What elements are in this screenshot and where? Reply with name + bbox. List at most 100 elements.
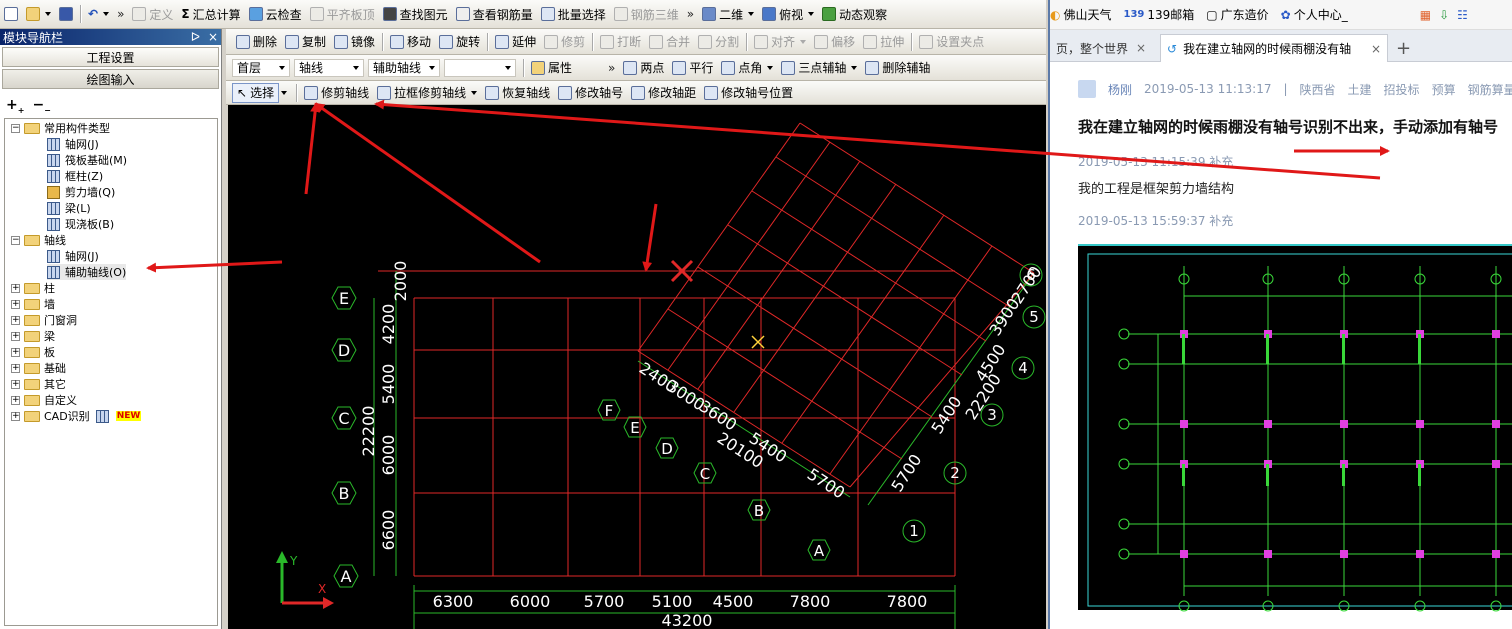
tree-group-openings[interactable]: + 门窗洞 bbox=[11, 312, 77, 328]
project-settings-button[interactable]: 工程设置 bbox=[2, 47, 219, 67]
restore-axis-button[interactable]: 恢复轴线 bbox=[481, 83, 554, 103]
align-button[interactable]: 对齐 bbox=[750, 32, 810, 52]
delete-button[interactable]: 删除 bbox=[232, 32, 281, 52]
browser-tab-0[interactable]: 页，整个世界 × bbox=[1050, 34, 1160, 62]
tree-group-foundation[interactable]: + 基础 bbox=[11, 360, 66, 376]
mail-icon: 139 bbox=[1123, 9, 1145, 20]
view-rebar-button[interactable]: 查看钢筋量 bbox=[452, 4, 537, 24]
save-button[interactable] bbox=[55, 4, 77, 24]
offset-button[interactable]: 偏移 bbox=[810, 32, 859, 52]
tree-group-custom[interactable]: + 自定义 bbox=[11, 392, 77, 408]
align-slab-top-button[interactable]: 平齐板顶 bbox=[306, 4, 379, 24]
component-sub-select[interactable]: 辅助轴线 bbox=[368, 58, 440, 77]
tree-item-raft[interactable]: 筏板基础(M) bbox=[47, 152, 127, 168]
attributes-button[interactable]: 属性 bbox=[527, 58, 576, 78]
edit-axis-number-button[interactable]: 修改轴号 bbox=[554, 83, 627, 103]
stretch-button[interactable]: 拉伸 bbox=[859, 32, 908, 52]
two-point-button[interactable]: 两点 bbox=[619, 58, 668, 78]
apps-icon[interactable]: ▦ bbox=[1420, 8, 1431, 22]
tree-node-common[interactable]: − 常用构件类型 bbox=[11, 120, 110, 136]
top-view-dropdown[interactable]: 俯视 bbox=[758, 4, 818, 24]
bookmark-139-mail[interactable]: 139 139邮箱 bbox=[1124, 6, 1195, 23]
tree-group-column[interactable]: + 柱 bbox=[11, 280, 55, 296]
trim-button[interactable]: 修剪 bbox=[540, 32, 589, 52]
tab-close-icon[interactable]: × bbox=[1136, 41, 1146, 55]
tree-group-slab[interactable]: + 板 bbox=[11, 344, 55, 360]
collapse-all-icon[interactable]: −− bbox=[32, 97, 50, 115]
tree-item-axis-grid-2[interactable]: 轴网(J) bbox=[47, 248, 99, 264]
dynamic-view-button[interactable]: 动态观察 bbox=[818, 4, 891, 24]
layer-toolbar-more[interactable]: » bbox=[604, 61, 619, 75]
post-author[interactable]: 杨刚 bbox=[1108, 81, 1132, 98]
copy-button[interactable]: 复制 bbox=[281, 32, 330, 52]
tree-group-cad-recognition[interactable]: + CAD识别 NEW bbox=[11, 408, 142, 424]
extend-button[interactable]: 延伸 bbox=[491, 32, 540, 52]
attached-drawing-image[interactable] bbox=[1078, 244, 1512, 612]
new-file-button[interactable] bbox=[0, 4, 22, 24]
edit-axis-spacing-button[interactable]: 修改轴距 bbox=[627, 83, 700, 103]
toolbar-more-2[interactable]: » bbox=[683, 7, 698, 21]
rebar-3d-button[interactable]: 钢筋三维 bbox=[610, 4, 683, 24]
tree-item-aux-axis[interactable]: 辅助轴线(O) bbox=[47, 264, 127, 280]
rotate-button[interactable]: 旋转 bbox=[435, 32, 484, 52]
select-dropdown[interactable] bbox=[281, 90, 288, 95]
box-trim-axis-button[interactable]: 拉框修剪轴线 bbox=[373, 83, 481, 103]
delete-aux-button[interactable]: 删除辅轴 bbox=[861, 58, 934, 78]
component-name-select[interactable] bbox=[444, 58, 516, 77]
bookmark-manager-icon[interactable]: ☷ bbox=[1457, 8, 1468, 22]
view-2d-dropdown[interactable]: 二维 bbox=[698, 4, 758, 24]
raft-foundation-icon bbox=[47, 153, 60, 167]
floor-select[interactable]: 首层 bbox=[232, 58, 290, 77]
undo-button[interactable]: ↶ bbox=[84, 4, 113, 24]
component-type-select[interactable]: 轴线 bbox=[294, 58, 364, 77]
post-tag-ggj[interactable]: 钢筋算量GGJ bbox=[1468, 81, 1512, 98]
download-icon[interactable]: ⇩ bbox=[1439, 8, 1449, 22]
tree-item-shear-wall[interactable]: 剪力墙(Q) bbox=[47, 184, 115, 200]
post-tag-civil[interactable]: 土建 bbox=[1348, 81, 1372, 98]
break-button[interactable]: 打断 bbox=[596, 32, 645, 52]
tree-item-beam[interactable]: 梁(L) bbox=[47, 200, 91, 216]
parallel-button[interactable]: 平行 bbox=[668, 58, 717, 78]
open-file-button[interactable] bbox=[22, 4, 55, 24]
split-button[interactable]: 分割 bbox=[694, 32, 743, 52]
bookmark-personal-center[interactable]: ✿ 个人中心_ bbox=[1281, 6, 1348, 23]
dim-bottom-5: 7800 bbox=[790, 592, 831, 611]
move-button[interactable]: 移动 bbox=[386, 32, 435, 52]
grip-icon bbox=[919, 34, 934, 49]
trim-axis-button[interactable]: 修剪轴线 bbox=[300, 83, 373, 103]
cloud-check-button[interactable]: 云检查 bbox=[245, 4, 306, 24]
tree-group-beam[interactable]: + 梁 bbox=[11, 328, 55, 344]
expand-all-icon[interactable]: ++ bbox=[6, 97, 24, 115]
define-button[interactable]: 定义 bbox=[128, 4, 177, 24]
post-tag-budget[interactable]: 预算 bbox=[1432, 81, 1456, 98]
point-angle-button[interactable]: 点角 bbox=[717, 58, 777, 78]
tree-group-wall[interactable]: + 墙 bbox=[11, 296, 55, 312]
three-point-aux-button[interactable]: 三点辅轴 bbox=[777, 58, 861, 78]
tree-group-other[interactable]: + 其它 bbox=[11, 376, 66, 392]
new-tab-button[interactable]: + bbox=[1390, 34, 1417, 62]
set-grip-button[interactable]: 设置夹点 bbox=[915, 32, 988, 52]
merge-button[interactable]: 合并 bbox=[645, 32, 694, 52]
cad-drawing-canvas[interactable]: 6300 6000 5700 5100 4500 7800 7800 43200… bbox=[228, 105, 1046, 629]
bookmark-guangdong-cost[interactable]: ▢ 广东造价 bbox=[1206, 6, 1268, 23]
edit-axis-label-pos-button[interactable]: 修改轴号位置 bbox=[700, 83, 797, 103]
tree-item-axis-grid[interactable]: 轴网(J) bbox=[47, 136, 99, 152]
tab-close-icon[interactable]: × bbox=[1371, 42, 1381, 56]
mirror-button[interactable]: 镜像 bbox=[330, 32, 379, 52]
summary-calc-button[interactable]: Σ 汇总计算 bbox=[177, 4, 244, 24]
batch-select-button[interactable]: 批量选择 bbox=[537, 4, 610, 24]
toolbar-more-1[interactable]: » bbox=[113, 7, 128, 21]
define-icon bbox=[132, 7, 147, 21]
select-button[interactable]: ↖ 选择 bbox=[232, 82, 280, 103]
tree-item-column[interactable]: 框柱(Z) bbox=[47, 168, 103, 184]
pin-icon[interactable]: ᐅ bbox=[191, 30, 200, 44]
find-element-button[interactable]: 查找图元 bbox=[379, 4, 452, 24]
close-icon[interactable]: × bbox=[208, 30, 218, 44]
drawing-input-button[interactable]: 绘图输入 bbox=[2, 69, 219, 89]
tree-item-slab[interactable]: 现浇板(B) bbox=[47, 216, 114, 232]
browser-tab-1[interactable]: ↺ 我在建立轴网的时候雨棚没有轴 × bbox=[1160, 34, 1388, 62]
dim-bottom-1: 6000 bbox=[510, 592, 551, 611]
bookmark-foshan-weather[interactable]: ◐ 佛山天气 bbox=[1050, 6, 1112, 23]
tree-node-axis[interactable]: − 轴线 bbox=[11, 232, 66, 248]
post-tag-bidding[interactable]: 招投标 bbox=[1384, 81, 1420, 98]
